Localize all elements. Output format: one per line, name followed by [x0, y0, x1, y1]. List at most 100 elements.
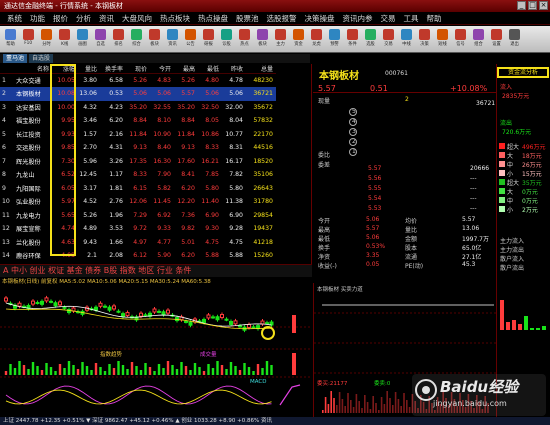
menu-item-8[interactable]: 股票池 [232, 13, 263, 24]
toolbar-button-16[interactable]: 资金 [290, 27, 307, 52]
toolbar-button-2[interactable]: 分时 [38, 27, 55, 52]
stat-label-4: 净资 [318, 254, 331, 261]
quote-table: 名称 涨幅 量比 换手率 现价 今开 最高 最低 昨收 总量 1 大众交通 10.05 3.80 6.58… [0, 64, 276, 263]
quote-header-5[interactable]: 现价 [126, 64, 150, 74]
table-row[interactable]: 11 九龙电力 5.65 5.26 1.96 7.29 6.92 7.36 6.90 6.90 29… [0, 209, 276, 223]
menu-item-13[interactable]: 工具 [400, 13, 423, 24]
toolbar-button-11[interactable]: 研报 [200, 27, 217, 52]
toolbar-button-15[interactable]: 主力 [272, 27, 289, 52]
stat-value2-5: 45.3 [462, 261, 476, 268]
table-row[interactable]: 2 本钢板材 10.08 13.06 0.53 5.06 5.06 5.57 5.06 5.06 3… [0, 87, 276, 101]
toolbar-button-14[interactable]: 板块 [254, 27, 271, 52]
menu-item-5[interactable]: 大盘风向 [118, 13, 156, 24]
menu-item-0[interactable]: 系统 [3, 13, 26, 24]
toolbar-button-12[interactable]: 诊股 [218, 27, 235, 52]
toolbar-button-6[interactable]: 排名 [110, 27, 127, 52]
mini-volume-bar [380, 397, 383, 413]
quote-header-1[interactable]: 名称 [16, 64, 52, 74]
toolbar-button-1[interactable]: F10 [20, 27, 37, 52]
menu-item-9[interactable]: 选股报警 [263, 13, 301, 24]
toolbar-button-26[interactable]: 组合 [470, 27, 487, 52]
table-row[interactable]: 7 辉光股份 7.30 5.96 3.26 17.35 16.30 17.60 16.21 16.… [0, 155, 276, 169]
table-row[interactable]: 8 九龙山 6.52 12.45 1.17 8.33 7.90 8.41 7.85 7.82 351… [0, 168, 276, 182]
cell-vol: 18520 [253, 157, 273, 165]
table-row[interactable]: 10 弘业股份 5.97 4.52 2.76 12.06 11.45 12.20 11.40 11… [0, 195, 276, 209]
table-row[interactable]: 1 大众交通 10.05 3.80 6.58 5.26 4.83 5.26 4.80 4.78 48… [0, 74, 276, 88]
minimize-icon[interactable]: _ [517, 1, 526, 10]
toolbar-button-18[interactable]: 预警 [326, 27, 343, 52]
list-tabs: 董马池 自选股 [0, 54, 310, 63]
menu-item-1[interactable]: 功能 [26, 13, 49, 24]
cell-name: 达安基因 [16, 104, 41, 112]
toolbar-button-17[interactable]: 龙虎 [308, 27, 325, 52]
volume-bar [184, 366, 188, 375]
stat-label-0: 今开 [318, 218, 331, 225]
toolbar-button-8[interactable]: 板块 [146, 27, 163, 52]
toolbar-button-10[interactable]: 公告 [182, 27, 199, 52]
toolbar-button-3[interactable]: K线 [56, 27, 73, 52]
volume-bar [85, 366, 89, 375]
toolbar-button-13[interactable]: 热点 [236, 27, 253, 52]
cell-vol: 31780 [253, 198, 273, 206]
toolbar-icon-27 [491, 28, 502, 40]
toolbar-button-24[interactable]: 短线 [434, 27, 451, 52]
quote-header-3[interactable]: 量比 [78, 64, 100, 74]
volume-bar [229, 362, 233, 375]
quote-header-4[interactable]: 换手率 [100, 64, 126, 74]
toolbar-button-19[interactable]: 条件 [344, 27, 361, 52]
cell-low: 10.86 [201, 130, 219, 138]
cell-prev: 5.88 [229, 252, 243, 260]
menu-item-7[interactable]: 热点操盘 [194, 13, 232, 24]
close-icon[interactable]: × [539, 1, 548, 10]
toolbar-button-9[interactable]: 资讯 [164, 27, 181, 52]
table-row[interactable]: 6 交运股份 9.85 2.70 4.31 9.13 8.40 9.13 8.33 8.31 445… [0, 141, 276, 155]
kline-candle [125, 312, 130, 317]
table-row[interactable]: 9 九阳国际 6.05 3.17 1.81 6.15 5.82 6.20 5.80 5.80 266… [0, 182, 276, 196]
toolbar-button-5[interactable]: 自选 [92, 27, 109, 52]
capital-flow-title[interactable]: 资金流分析 [497, 67, 549, 78]
quote-header-0[interactable] [0, 64, 16, 74]
menu-item-3[interactable]: 分析 [72, 13, 95, 24]
cell-vr: 9.43 [83, 238, 97, 246]
cell-high: 8.41 [181, 171, 195, 179]
volume-bar [90, 370, 93, 375]
volume-bar [126, 369, 129, 375]
menu-item-11[interactable]: 资讯内参 [339, 13, 377, 24]
mini-volume-bar [392, 405, 394, 413]
menu-item-12[interactable]: 交易 [377, 13, 400, 24]
table-row[interactable]: 4 福宝股份 9.95 3.46 6.20 8.84 8.10 8.84 8.05 8.04 578… [0, 114, 276, 128]
toolbar-button-28[interactable]: 退出 [506, 27, 523, 52]
toolbar-button-27[interactable]: 设置 [488, 27, 505, 52]
maximize-icon[interactable]: □ [528, 1, 537, 10]
tab-watchlist[interactable]: 自选股 [29, 54, 54, 63]
block-category-tabs[interactable]: A 中小 创业 权证 基金 债券 B股 指数 地区 行业 条件 [0, 264, 312, 277]
toolbar-button-22[interactable]: 中线 [398, 27, 415, 52]
toolbar-button-20[interactable]: 选股 [362, 27, 379, 52]
mini-volume-bar [397, 399, 400, 413]
menu-item-6[interactable]: 热点板块 [156, 13, 194, 24]
quote-header-7[interactable]: 最高 [174, 64, 198, 74]
tab-pool[interactable]: 董马池 [3, 54, 28, 63]
quote-header-10[interactable]: 总量 [246, 64, 276, 74]
toolbar-button-7[interactable]: 综合 [128, 27, 145, 52]
menu-item-10[interactable]: 决策操盘 [301, 13, 339, 24]
toolbar-button-25[interactable]: 信号 [452, 27, 469, 52]
ask-price-3: 5.54 [368, 195, 382, 202]
kline-chart[interactable]: 指数趋势 成交量 MACD [0, 287, 312, 417]
toolbar-button-23[interactable]: 决策 [416, 27, 433, 52]
toolbar-button-21[interactable]: 交易 [380, 27, 397, 52]
toolbar-icon-21 [383, 28, 394, 40]
table-row[interactable]: 13 兰化股份 4.63 9.43 1.66 4.97 4.77 5.01 4.75 4.75 41… [0, 236, 276, 250]
table-row[interactable]: 14 鹿谷环保 4.08 2.1 2.08 6.12 5.90 6.20 5.88 5.88 152… [0, 249, 276, 263]
quote-header-6[interactable]: 今开 [150, 64, 174, 74]
table-row[interactable]: 12 展宝宣称 4.74 4.89 3.53 9.72 9.33 9.82 9.30 9.28 19… [0, 222, 276, 236]
table-row[interactable]: 3 达安基因 10.00 4.32 4.23 35.20 32.55 35.20 32.50 32… [0, 101, 276, 115]
quote-header-9[interactable]: 昨收 [222, 64, 246, 74]
menu-item-14[interactable]: 帮助 [423, 13, 446, 24]
menu-item-2[interactable]: 报价 [49, 13, 72, 24]
table-row[interactable]: 5 长江投资 9.93 1.57 2.16 11.84 10.90 11.84 10.86 10.… [0, 128, 276, 142]
toolbar-button-4[interactable]: 画图 [74, 27, 91, 52]
toolbar-button-0[interactable]: 帮助 [2, 27, 19, 52]
menu-item-4[interactable]: 资讯 [95, 13, 118, 24]
quote-header-8[interactable]: 最低 [198, 64, 222, 74]
